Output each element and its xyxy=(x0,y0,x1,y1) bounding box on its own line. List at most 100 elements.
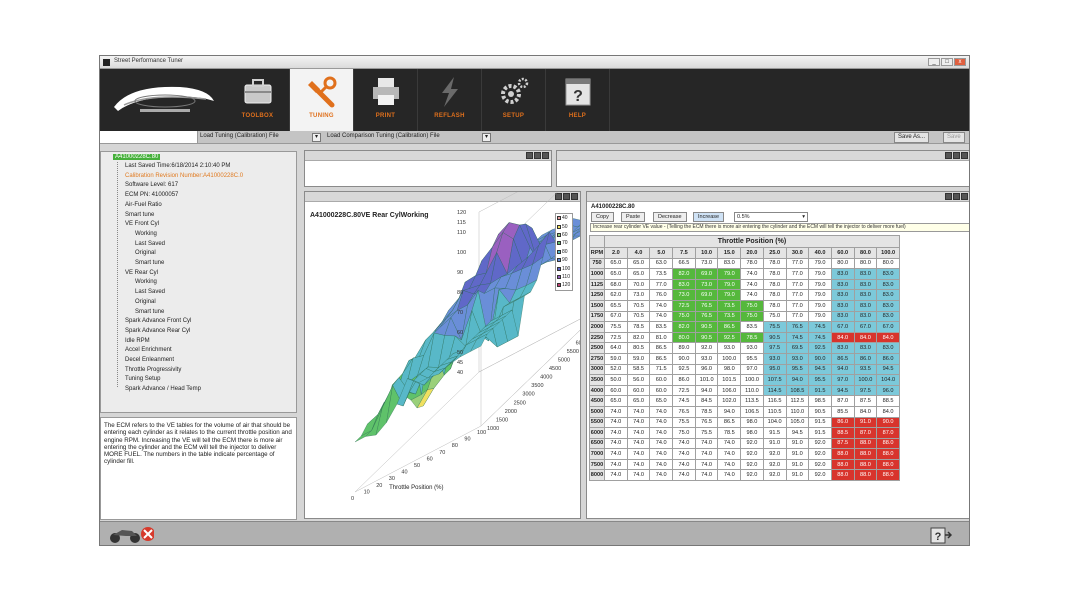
ve-cell[interactable]: 105.0 xyxy=(785,416,810,429)
ve-cell[interactable]: 79.0 xyxy=(808,268,832,280)
ve-cell[interactable]: 78.0 xyxy=(762,299,787,312)
ve-cell[interactable]: 90.5 xyxy=(808,405,832,418)
tree-item[interactable]: Last Saved xyxy=(135,289,165,295)
tuning-button[interactable]: TUNING xyxy=(290,69,354,131)
ve-cell[interactable]: 73.5 xyxy=(717,310,742,323)
tree-item[interactable]: Spark Advance Rear Cyl xyxy=(125,328,190,334)
ve-cell[interactable]: 104.0 xyxy=(762,416,787,429)
ve-cell[interactable]: 84.0 xyxy=(830,331,855,344)
tree-item[interactable]: Smart tune xyxy=(135,309,164,315)
ve-cell[interactable]: 113.5 xyxy=(740,395,764,407)
ve-cell[interactable]: 73.0 xyxy=(672,289,696,301)
ve-cell[interactable]: 100.0 xyxy=(717,352,742,365)
ve-cell[interactable]: 74.0 xyxy=(626,427,651,439)
ve-cell[interactable]: 91.0 xyxy=(785,437,810,450)
ve-cell[interactable]: 74.0 xyxy=(694,458,719,471)
ve-cell[interactable]: 85.5 xyxy=(830,405,855,418)
ve-cell[interactable]: 92.0 xyxy=(740,448,764,460)
ve-cell[interactable]: 108.5 xyxy=(785,384,810,397)
ve-cell[interactable]: 92.0 xyxy=(762,458,787,471)
ve-cell[interactable]: 92.0 xyxy=(808,458,832,471)
ve-cell[interactable]: 59.0 xyxy=(604,352,628,365)
tree-item[interactable]: Calibration Revision Number:A41000228C.0 xyxy=(125,173,243,179)
ve-cell[interactable]: 84.0 xyxy=(853,405,878,418)
ve-cell[interactable]: 93.0 xyxy=(717,342,742,354)
ve-cell[interactable]: 97.5 xyxy=(853,384,878,397)
ve-cell[interactable]: 100.0 xyxy=(853,374,878,386)
ve-cell[interactable]: 74.0 xyxy=(694,469,719,482)
ve-cell[interactable]: 65.0 xyxy=(604,268,628,280)
ve-cell[interactable]: 60.0 xyxy=(604,384,628,397)
ve-cell[interactable]: 74.5 xyxy=(785,331,810,344)
ve-cell[interactable]: 73.0 xyxy=(694,257,719,270)
ve-cell[interactable]: 86.0 xyxy=(876,352,900,365)
ve-cell[interactable]: 65.0 xyxy=(604,395,628,407)
panel-controls[interactable] xyxy=(526,152,549,159)
load-tuning-menu[interactable]: Load Tuning (Calibration) File xyxy=(200,133,279,139)
ve-cell[interactable]: 73.5 xyxy=(717,299,742,312)
ve-cell[interactable]: 79.0 xyxy=(808,310,832,323)
ve-cell[interactable]: 91.5 xyxy=(808,427,832,439)
ve-cell[interactable]: 79.0 xyxy=(717,289,742,301)
ve-cell[interactable]: 67.0 xyxy=(604,310,628,323)
ve-cell[interactable]: 65.0 xyxy=(626,395,651,407)
tree-item[interactable]: Throttle Progressivity xyxy=(125,367,181,373)
ve-cell[interactable]: 67.0 xyxy=(876,321,900,333)
increase-button[interactable]: Increase xyxy=(693,212,725,222)
tree-item[interactable]: Smart tune xyxy=(125,212,154,218)
ve-cell[interactable]: 106.0 xyxy=(717,384,742,397)
ve-cell[interactable]: 83.0 xyxy=(853,299,878,312)
ve-cell[interactable]: 79.0 xyxy=(808,257,832,270)
ve-cell[interactable]: 80.5 xyxy=(626,342,651,354)
load-comparison-dropdown-icon[interactable]: ▾ xyxy=(482,133,491,142)
ve-cell[interactable]: 79.0 xyxy=(808,289,832,301)
ve-cell[interactable]: 74.0 xyxy=(604,405,628,418)
ve-cell[interactable]: 72.5 xyxy=(604,331,628,344)
ve-cell[interactable]: 82.0 xyxy=(626,331,651,344)
tree-item[interactable]: Decel Enleanment xyxy=(125,357,174,363)
ve-cell[interactable]: 96.0 xyxy=(694,363,719,376)
ve-cell[interactable]: 79.0 xyxy=(717,278,742,291)
ve-cell[interactable]: 64.0 xyxy=(604,342,628,354)
save-button[interactable]: Save xyxy=(943,132,965,143)
ve-cell[interactable]: 74.0 xyxy=(626,458,651,471)
tree-item[interactable]: Software Level: 617 xyxy=(125,182,178,188)
ve-cell[interactable]: 83.0 xyxy=(853,289,878,301)
maximize-icon[interactable]: □ xyxy=(941,58,953,66)
help-exit-icon[interactable]: ? xyxy=(930,527,952,544)
ve-cell[interactable]: 74.0 xyxy=(604,427,628,439)
ve-cell[interactable]: 74.0 xyxy=(626,416,651,429)
close-icon[interactable]: x xyxy=(954,58,966,66)
ve-cell[interactable]: 59.0 xyxy=(626,352,651,365)
ve-cell[interactable]: 84.0 xyxy=(876,405,900,418)
ve-cell[interactable]: 74.0 xyxy=(649,458,674,471)
ve-cell[interactable]: 88.0 xyxy=(876,469,900,482)
setup-button[interactable]: SETUP xyxy=(482,69,546,131)
ve-cell[interactable]: 88.0 xyxy=(876,448,900,460)
ve-cell[interactable]: 107.5 xyxy=(762,374,787,386)
ve-cell[interactable]: 94.5 xyxy=(785,427,810,439)
ve-cell[interactable]: 75.5 xyxy=(762,321,787,333)
ve-cell[interactable]: 90.5 xyxy=(762,331,787,344)
ve-cell[interactable]: 77.0 xyxy=(785,289,810,301)
tree-item[interactable]: Original xyxy=(135,299,156,305)
tree-item[interactable]: Last Saved Time:6/18/2014 2:10:40 PM xyxy=(125,163,230,169)
ve-cell[interactable]: 92.0 xyxy=(740,437,764,450)
ve-cell[interactable]: 74.0 xyxy=(649,416,674,429)
ve-cell[interactable]: 83.0 xyxy=(876,342,900,354)
ve-cell[interactable]: 90.5 xyxy=(694,331,719,344)
ve-cell[interactable]: 94.0 xyxy=(785,374,810,386)
ve-cell[interactable]: 60.0 xyxy=(649,384,674,397)
ve-cell[interactable]: 74.0 xyxy=(604,448,628,460)
ve-cell[interactable]: 79.0 xyxy=(808,299,832,312)
ve-cell[interactable]: 95.5 xyxy=(785,363,810,376)
ve-cell[interactable]: 86.5 xyxy=(717,416,742,429)
ve-cell[interactable]: 69.0 xyxy=(694,268,719,280)
ve-cell[interactable]: 88.0 xyxy=(876,458,900,471)
ve-cell[interactable]: 75.0 xyxy=(672,427,696,439)
ve-cell[interactable]: 83.0 xyxy=(830,342,855,354)
ve-cell[interactable]: 75.0 xyxy=(740,310,764,323)
ve-cell[interactable]: 72.5 xyxy=(672,384,696,397)
ve-cell[interactable]: 73.0 xyxy=(694,278,719,291)
ve-cell[interactable]: 87.0 xyxy=(876,427,900,439)
